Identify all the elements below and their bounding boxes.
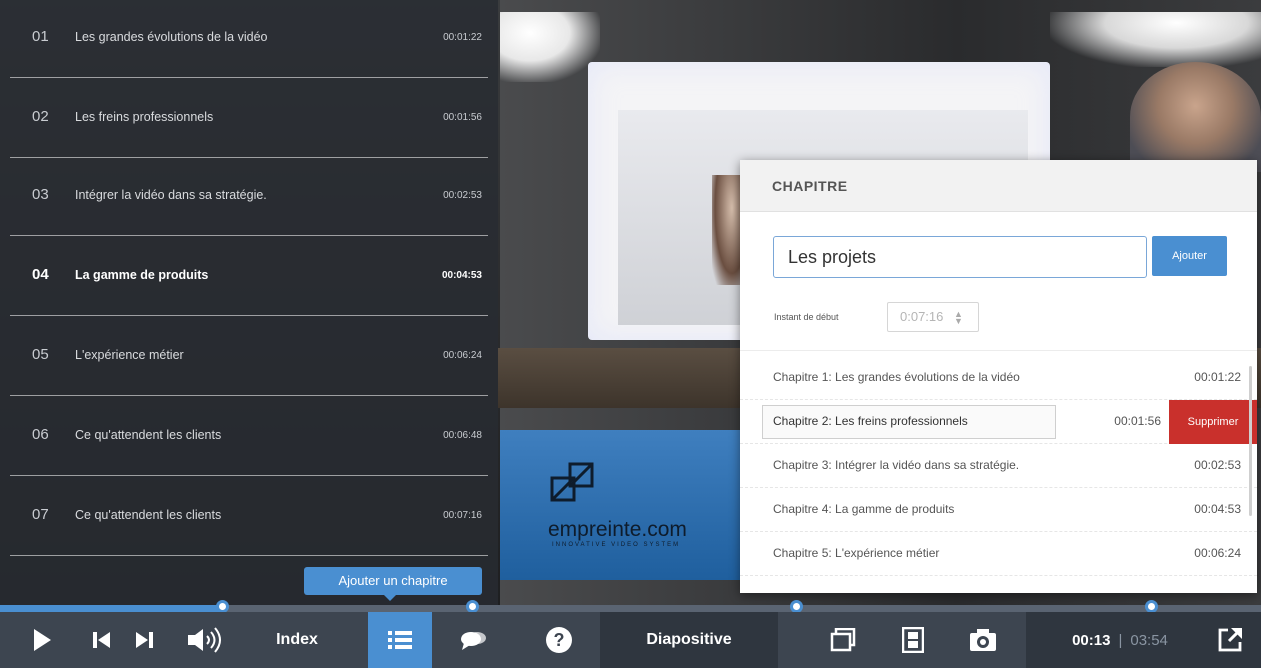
video-player: empreinte.com INNOVATIVE VIDEO SYSTEM 01… <box>0 0 1261 668</box>
control-bar: Index ? Diapositive 00:13 | 03:54 <box>0 612 1261 668</box>
chapter-row[interactable]: 07 Ce qu'attendent les clients 00:07:16 <box>10 478 488 556</box>
film-icon[interactable] <box>888 612 938 668</box>
chapter-item-time: 00:04:53 <box>1194 502 1241 516</box>
brand-tagline: INNOVATIVE VIDEO SYSTEM <box>552 542 681 548</box>
chapter-time: 00:07:16 <box>443 510 482 521</box>
chapter-item-time: 00:02:53 <box>1194 458 1241 472</box>
time-separator: | <box>1118 631 1123 649</box>
next-icon[interactable] <box>124 612 164 668</box>
chapter-item-label: Chapitre 3: Intégrer la vidéo dans sa st… <box>773 458 1020 472</box>
chapter-number: 03 <box>32 186 49 203</box>
studio-light <box>1050 12 1261 67</box>
add-button[interactable]: Ajouter <box>1152 236 1227 276</box>
studio-light <box>500 12 600 82</box>
chapter-time: 00:01:22 <box>443 32 482 43</box>
chapter-number: 04 <box>32 266 49 283</box>
panel-scrollbar[interactable] <box>1249 366 1252 516</box>
chapter-time: 00:04:53 <box>441 270 482 281</box>
chapter-list-icon[interactable] <box>368 612 432 668</box>
chapter-number: 06 <box>32 426 49 443</box>
chapter-item-label: Chapitre 4: La gamme de produits <box>773 502 955 516</box>
chapter-title: La gamme de produits <box>75 268 209 282</box>
spinner-arrows-icon[interactable]: ▲ ▼ <box>954 310 963 326</box>
play-icon[interactable] <box>22 612 62 668</box>
chapter-title: L'expérience métier <box>75 348 184 362</box>
chapter-title: Ce qu'attendent les clients <box>75 508 222 522</box>
chapter-editor-panel: CHAPITRE Ajouter Instant de début 0:07:1… <box>740 160 1257 593</box>
external-link-icon[interactable] <box>1208 612 1252 668</box>
add-chapter-tooltip-arrow <box>384 595 396 601</box>
add-chapter-button[interactable]: Ajouter un chapitre <box>304 567 482 595</box>
chapter-row[interactable]: 05 L'expérience métier 00:06:24 <box>10 318 488 396</box>
time-display: 00:13 | 03:54 <box>1050 612 1190 668</box>
svg-text:?: ? <box>554 630 565 650</box>
index-toggle[interactable]: Index <box>252 612 342 668</box>
chapter-item-label: Chapitre 2: Les freins professionnels <box>773 414 968 428</box>
start-time-label: Instant de début <box>774 312 839 322</box>
presenter <box>1130 62 1261 172</box>
chapter-index-overlay: 01 Les grandes évolutions de la vidéo 00… <box>0 0 498 605</box>
delete-button[interactable]: Supprimer <box>1169 400 1257 444</box>
comments-icon[interactable] <box>446 612 500 668</box>
index-label: Index <box>276 631 318 648</box>
chapter-number: 05 <box>32 346 49 363</box>
chapter-row[interactable]: 01 Les grandes évolutions de la vidéo 00… <box>10 0 488 78</box>
chapter-item-time: 00:06:24 <box>1194 546 1241 560</box>
brand-name: empreinte.com <box>548 518 687 541</box>
volume-icon[interactable] <box>172 612 242 668</box>
chapter-list-item[interactable]: Chapitre 1: Les grandes évolutions de la… <box>740 356 1257 400</box>
panel-header: CHAPITRE <box>740 160 1257 212</box>
chapter-row[interactable]: 06 Ce qu'attendent les clients 00:06:48 <box>10 398 488 476</box>
chapter-row[interactable]: 02 Les freins professionnels 00:01:56 <box>10 80 488 158</box>
chapter-item-label: Chapitre 5: L'expérience métier <box>773 546 940 560</box>
progress-fill <box>0 605 221 612</box>
start-time-value: 0:07:16 <box>900 309 944 324</box>
total-time: 03:54 <box>1130 631 1168 649</box>
chapter-list-item[interactable]: Chapitre 4: La gamme de produits 00:04:5… <box>740 488 1257 532</box>
chapter-time: 00:02:53 <box>443 190 482 201</box>
camera-icon[interactable] <box>958 612 1008 668</box>
chapter-number: 02 <box>32 108 49 125</box>
chapter-number: 01 <box>32 28 49 45</box>
chapter-time: 00:06:48 <box>443 430 482 441</box>
chapter-title: Ce qu'attendent les clients <box>75 428 222 442</box>
brand-logo-icon <box>550 462 594 502</box>
start-time-field[interactable]: 0:07:16 <box>887 302 979 332</box>
progress-bar[interactable] <box>0 600 1261 613</box>
slides-toggle[interactable]: Diapositive <box>600 612 778 668</box>
help-icon[interactable]: ? <box>532 612 586 668</box>
chapter-list-item-selected[interactable]: Chapitre 2: Les freins professionnels 00… <box>740 400 1257 444</box>
chapter-item-time: 00:01:22 <box>1194 370 1241 384</box>
chapter-number: 07 <box>32 506 49 523</box>
chapter-name-input[interactable] <box>773 236 1147 278</box>
chapter-row[interactable]: 03 Intégrer la vidéo dans sa stratégie. … <box>10 158 488 236</box>
chapter-row-active[interactable]: 04 La gamme de produits 00:04:53 <box>10 238 488 316</box>
chapter-list-item[interactable]: Chapitre 5: L'expérience métier 00:06:24 <box>740 532 1257 576</box>
chapter-time: 00:01:56 <box>443 112 482 123</box>
chapter-item-label: Chapitre 1: Les grandes évolutions de la… <box>773 370 1020 384</box>
previous-icon[interactable] <box>82 612 122 668</box>
slides-label: Diapositive <box>646 631 732 648</box>
chapter-time: 00:06:24 <box>443 350 482 361</box>
layout-icon[interactable] <box>818 612 868 668</box>
chapter-list-item[interactable]: Chapitre 3: Intégrer la vidéo dans sa st… <box>740 444 1257 488</box>
panel-title: CHAPITRE <box>772 178 848 194</box>
current-time: 00:13 <box>1072 631 1111 649</box>
chapter-item-time: 00:01:56 <box>1114 414 1161 428</box>
chapter-title: Les grandes évolutions de la vidéo <box>75 30 268 44</box>
chapter-title: Intégrer la vidéo dans sa stratégie. <box>75 188 267 202</box>
chapter-title: Les freins professionnels <box>75 110 214 124</box>
